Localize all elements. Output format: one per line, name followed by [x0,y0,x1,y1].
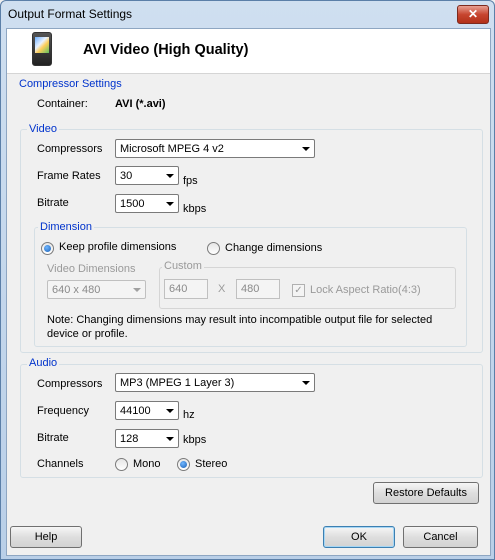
close-button[interactable]: ✕ [457,5,489,24]
chevron-down-icon [166,202,174,206]
chevron-down-icon [166,409,174,413]
chevron-down-icon [166,174,174,178]
custom-height-input[interactable]: 480 [236,279,280,299]
container-label: Container: [37,98,88,110]
audio-bitrate-label: Bitrate [37,432,69,444]
video-label: Video [27,123,59,135]
video-dimensions-dropdown[interactable]: 640 x 480 [47,280,146,299]
stereo-label[interactable]: Stereo [195,458,227,470]
change-dimensions-radio[interactable] [207,242,220,255]
restore-defaults-button[interactable]: Restore Defaults [373,482,479,504]
keep-dimensions-radio[interactable] [41,242,54,255]
device-icon [32,32,52,66]
video-dimensions-label: Video Dimensions [47,263,136,275]
dialog-window: Output Format Settings ✕ AVI Video (High… [0,0,495,560]
video-compressors-dropdown[interactable]: Microsoft MPEG 4 v2 [115,139,315,158]
frequency-label: Frequency [37,405,89,417]
window-title: Output Format Settings [8,7,133,21]
change-dimensions-label[interactable]: Change dimensions [225,242,322,254]
profile-header: AVI Video (High Quality) [7,29,490,74]
dimension-label: Dimension [38,221,94,233]
container-value: AVI (*.avi) [115,98,166,110]
frequency-unit: hz [183,409,195,421]
chevron-down-icon [302,147,310,151]
lock-aspect-label[interactable]: Lock Aspect Ratio(4:3) [310,284,421,296]
frequency-dropdown[interactable]: 44100 [115,401,179,420]
frame-rates-dropdown[interactable]: 30 [115,166,179,185]
custom-width-input[interactable]: 640 [164,279,208,299]
dimension-x-label: X [218,283,226,295]
chevron-down-icon [302,381,310,385]
audio-bitrate-unit: kbps [183,434,207,446]
video-compressors-label: Compressors [37,143,103,155]
custom-label: Custom [162,260,204,272]
profile-title: AVI Video (High Quality) [83,42,249,58]
help-button[interactable]: Help [10,526,82,548]
cancel-button[interactable]: Cancel [403,526,478,548]
chevron-down-icon [166,437,174,441]
mono-radio[interactable] [115,458,128,471]
channels-label: Channels [37,458,84,470]
dimension-note: Note: Changing dimensions may result int… [47,314,433,340]
audio-bitrate-dropdown[interactable]: 128 [115,429,179,448]
frame-rates-label: Frame Rates [37,170,101,182]
compressor-settings-label: Compressor Settings [17,78,124,90]
video-bitrate-label: Bitrate [37,197,69,209]
mono-label[interactable]: Mono [133,458,161,470]
stereo-radio[interactable] [177,458,190,471]
video-bitrate-unit: kbps [183,203,207,215]
ok-button[interactable]: OK [323,526,395,548]
dialog-client: AVI Video (High Quality) Compressor Sett… [6,28,491,556]
audio-compressors-dropdown[interactable]: MP3 (MPEG 1 Layer 3) [115,373,315,392]
video-bitrate-dropdown[interactable]: 1500 [115,194,179,213]
audio-compressors-label: Compressors [37,378,103,390]
lock-aspect-checkbox[interactable]: ✓ [292,284,305,297]
frame-rates-unit: fps [183,175,198,187]
audio-label: Audio [27,357,60,369]
chevron-down-icon [133,288,141,292]
keep-dimensions-label[interactable]: Keep profile dimensions [59,241,176,253]
title-bar[interactable]: Output Format Settings ✕ [1,1,494,27]
